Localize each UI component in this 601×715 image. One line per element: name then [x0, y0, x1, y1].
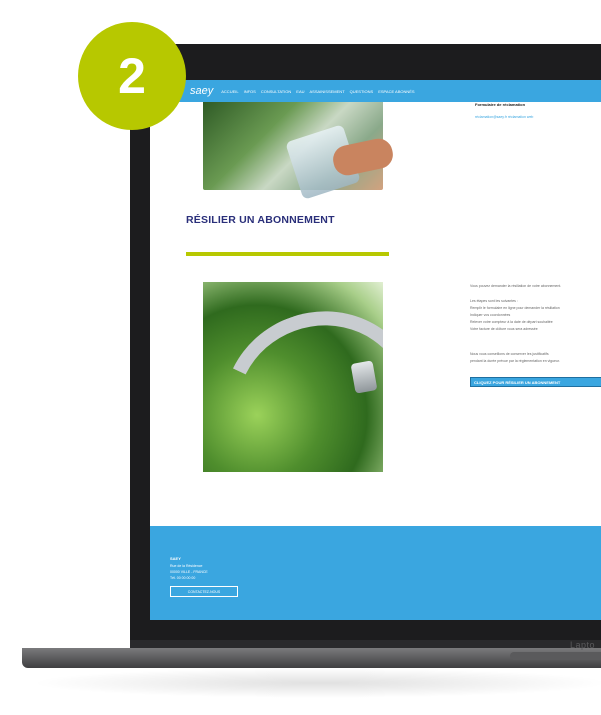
paragraph-line: Votre facture de clôture vous sera adres…: [470, 327, 538, 331]
laptop-screen: saey ACCUEIL INFOS CONSULTATION EAU ASSA…: [150, 80, 601, 620]
step-badge: 2: [78, 22, 186, 130]
paragraph-line: Les étapes sont les suivantes :: [470, 299, 518, 303]
nav-item-assainissement[interactable]: ASSAINISSEMENT: [310, 89, 345, 94]
title-underline: [186, 252, 389, 256]
page-title: RÉSILIER UN ABONNEMENT: [186, 214, 335, 226]
site-navbar: saey ACCUEIL INFOS CONSULTATION EAU ASSA…: [150, 80, 601, 102]
footer-contact-button[interactable]: CONTACTEZ-NOUS: [170, 586, 238, 597]
site-footer: SAEY Rue de la Résidence 00000 VILLE - F…: [150, 526, 601, 620]
paragraph-line: Remplir le formulaire en ligne pour dema…: [470, 306, 560, 310]
form-title: Formulaire de réclamation: [475, 102, 526, 107]
step-number: 2: [118, 48, 146, 104]
cancel-subscription-button[interactable]: CLIQUEZ POUR RÉSILIER UN ABONNEMENT: [470, 377, 601, 387]
paragraph-line: Indiquer vos coordonnées: [470, 313, 511, 317]
paragraph-line: Vous pouvez demander la résiliation de v…: [470, 284, 562, 288]
water-glass-image: [203, 102, 396, 200]
nav-item-infos[interactable]: INFOS: [244, 89, 256, 94]
paragraph-line: Relever votre compteur à la date de dépa…: [470, 320, 553, 324]
footer-company-name: SAEY: [170, 556, 181, 561]
nav-item-consultation[interactable]: CONSULTATION: [261, 89, 291, 94]
nav-item-eau[interactable]: EAU: [296, 89, 304, 94]
laptop-notch: [510, 652, 601, 660]
form-link[interactable]: réclamation@saey.fr réclamation web: [475, 115, 533, 119]
laptop-label: Lapto: [570, 640, 596, 650]
footer-phone: Tél. 00 00 00 00: [170, 576, 196, 580]
laptop-shadow: [30, 668, 601, 698]
nav-item-questions[interactable]: QUESTIONS: [350, 89, 374, 94]
footer-address-line: 00000 VILLE - FRANCE: [170, 570, 208, 574]
paragraph-line: pendant la durée prévue par la réglement…: [470, 359, 560, 363]
nav-item-accueil[interactable]: ACCUEIL: [221, 89, 238, 94]
footer-address-line: Rue de la Résidence: [170, 564, 203, 568]
faucet-image: [203, 282, 383, 472]
site-logo[interactable]: saey: [190, 85, 213, 97]
nav-item-espace-abonnes[interactable]: ESPACE ABONNÉS: [378, 89, 414, 94]
paragraph-line: Nous vous conseillons de conserver les j…: [470, 352, 549, 356]
